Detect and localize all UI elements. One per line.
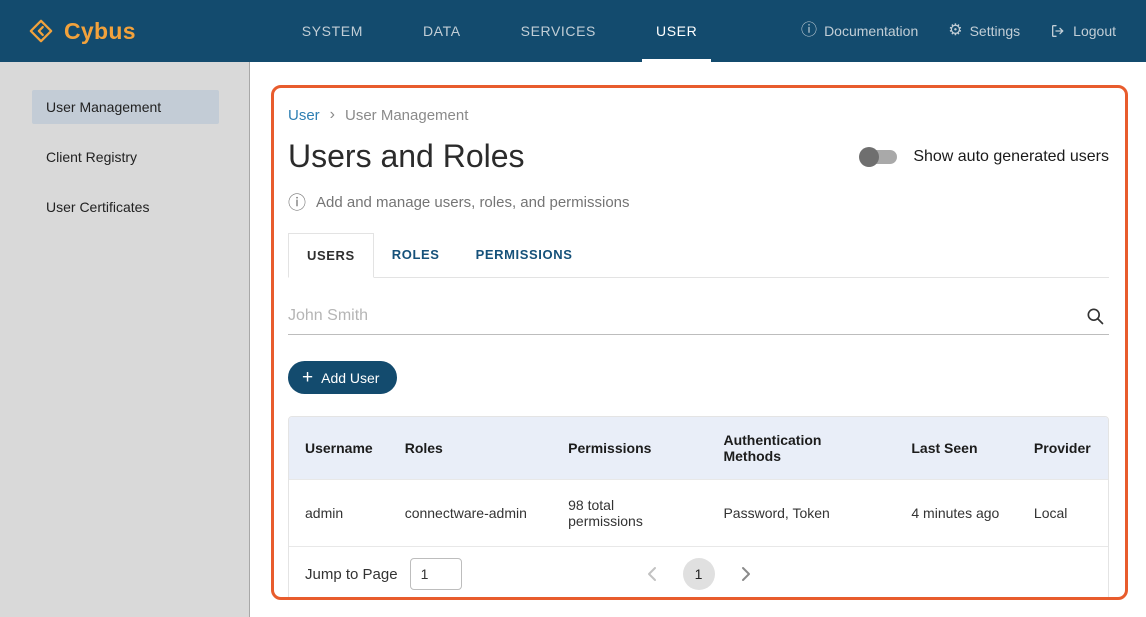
pagination: 1 bbox=[643, 558, 755, 590]
search-icon[interactable] bbox=[1081, 306, 1109, 326]
toggle-label: Show auto generated users bbox=[913, 148, 1109, 166]
info-icon: ⓘ bbox=[288, 189, 306, 215]
jump-to-page-label: Jump to Page bbox=[305, 566, 398, 583]
gear-icon: ⚙ bbox=[948, 23, 962, 39]
breadcrumb: User › User Management bbox=[288, 106, 1109, 124]
nav-item-user[interactable]: USER bbox=[642, 0, 711, 62]
cell-auth-methods: Password, Token bbox=[707, 480, 895, 547]
logout-icon bbox=[1050, 23, 1066, 39]
tab-permissions[interactable]: PERMISSIONS bbox=[458, 233, 591, 277]
main-content: User › User Management Users and Roles S… bbox=[250, 62, 1146, 617]
sidebar-item-user-management[interactable]: User Management bbox=[32, 90, 219, 124]
add-user-label: Add User bbox=[321, 370, 379, 386]
table-footer: Jump to Page 1 bbox=[289, 546, 1108, 600]
table-row[interactable]: admin connectware-admin 98 total permiss… bbox=[289, 480, 1108, 547]
info-circle-icon: ⓘ bbox=[801, 23, 817, 39]
nav-item-services[interactable]: SERVICES bbox=[507, 0, 610, 62]
documentation-label: Documentation bbox=[824, 23, 918, 39]
cybus-logo-icon bbox=[28, 18, 54, 44]
breadcrumb-link-user[interactable]: User bbox=[288, 107, 320, 124]
breadcrumb-separator-icon: › bbox=[330, 106, 335, 124]
plus-icon: + bbox=[302, 368, 313, 387]
page-title: Users and Roles bbox=[288, 138, 525, 175]
sidebar: User Management Client Registry User Cer… bbox=[0, 62, 250, 617]
page-subtitle-row: ⓘ Add and manage users, roles, and permi… bbox=[288, 189, 1109, 215]
switch-knob bbox=[859, 147, 879, 167]
nav-item-data[interactable]: DATA bbox=[409, 0, 475, 62]
breadcrumb-current: User Management bbox=[345, 107, 468, 124]
auto-generated-users-switch[interactable] bbox=[863, 150, 897, 164]
nav-item-system[interactable]: SYSTEM bbox=[288, 0, 377, 62]
chevron-left-icon[interactable] bbox=[643, 562, 661, 586]
col-header-permissions: Permissions bbox=[552, 417, 707, 480]
add-user-button[interactable]: + Add User bbox=[288, 361, 397, 394]
settings-label: Settings bbox=[970, 23, 1021, 39]
tab-roles[interactable]: ROLES bbox=[374, 233, 458, 277]
top-navbar: Cybus SYSTEM DATA SERVICES USER ⓘ Docume… bbox=[0, 0, 1146, 62]
users-table-card: Username Roles Permissions Authenticatio… bbox=[288, 416, 1109, 600]
highlight-border: User › User Management Users and Roles S… bbox=[271, 85, 1128, 600]
col-header-last-seen: Last Seen bbox=[895, 417, 1018, 480]
cell-last-seen: 4 minutes ago bbox=[895, 480, 1018, 547]
logout-button[interactable]: Logout bbox=[1050, 23, 1116, 39]
col-header-username: Username bbox=[289, 417, 389, 480]
search-input[interactable] bbox=[288, 307, 1081, 325]
sidebar-item-client-registry[interactable]: Client Registry bbox=[32, 140, 219, 174]
table-header-row: Username Roles Permissions Authenticatio… bbox=[289, 417, 1108, 480]
search-bar bbox=[288, 306, 1109, 335]
navbar-actions: ⓘ Documentation ⚙ Settings Logout bbox=[801, 0, 1116, 62]
auto-generated-users-toggle-group: Show auto generated users bbox=[859, 148, 1109, 166]
chevron-right-icon[interactable] bbox=[737, 562, 755, 586]
col-header-auth-methods: Authentication Methods bbox=[707, 417, 895, 480]
col-header-roles: Roles bbox=[389, 417, 552, 480]
brand-name: Cybus bbox=[64, 18, 136, 45]
primary-nav: SYSTEM DATA SERVICES USER bbox=[288, 0, 744, 62]
tab-users[interactable]: USERS bbox=[288, 233, 374, 278]
cell-username: admin bbox=[289, 480, 389, 547]
sidebar-item-user-certificates[interactable]: User Certificates bbox=[32, 190, 219, 224]
cybus-logo[interactable]: Cybus bbox=[28, 0, 136, 62]
app-window: Cybus SYSTEM DATA SERVICES USER ⓘ Docume… bbox=[0, 0, 1146, 617]
jump-to-page-input[interactable] bbox=[410, 558, 462, 590]
documentation-button[interactable]: ⓘ Documentation bbox=[801, 23, 918, 39]
tab-bar: USERS ROLES PERMISSIONS bbox=[288, 233, 1109, 278]
settings-button[interactable]: ⚙ Settings bbox=[948, 23, 1020, 39]
logout-label: Logout bbox=[1073, 23, 1116, 39]
col-header-provider: Provider bbox=[1018, 417, 1108, 480]
cell-permissions: 98 total permissions bbox=[552, 480, 707, 547]
page-subtitle: Add and manage users, roles, and permiss… bbox=[316, 194, 630, 211]
cell-roles: connectware-admin bbox=[389, 480, 552, 547]
users-table: Username Roles Permissions Authenticatio… bbox=[289, 417, 1108, 546]
page-number-button[interactable]: 1 bbox=[683, 558, 715, 590]
cell-provider: Local bbox=[1018, 480, 1108, 547]
